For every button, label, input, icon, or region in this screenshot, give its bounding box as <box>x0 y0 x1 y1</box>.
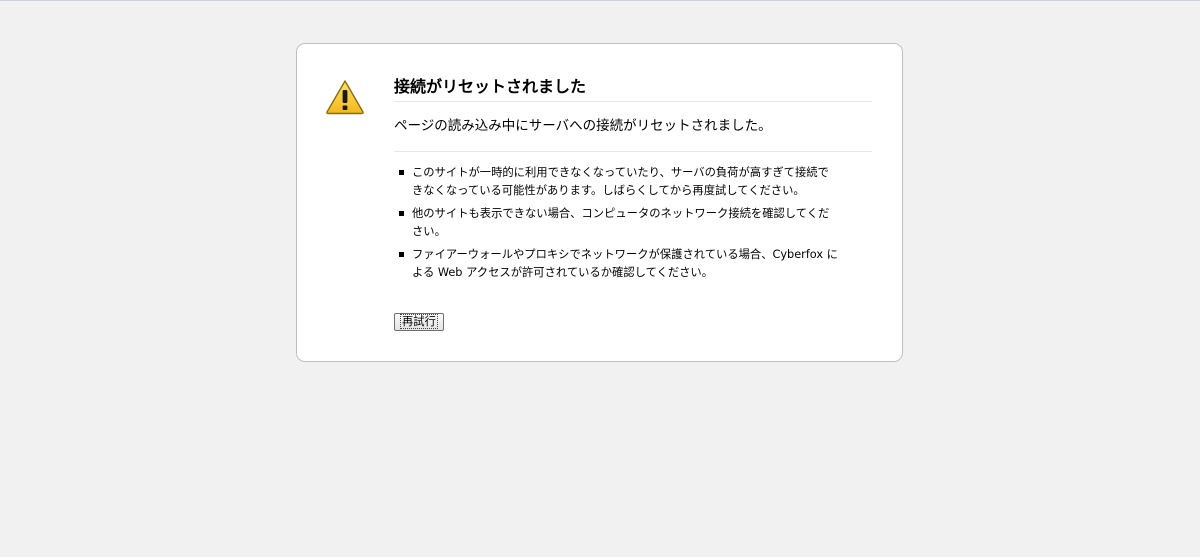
error-short-description: ページの読み込み中にサーバへの接続がリセットされました。 <box>394 118 772 134</box>
error-page-container: 接続がリセットされました ページの読み込み中にサーバへの接続がリセットされました… <box>296 43 903 362</box>
bullet-icon <box>399 252 404 257</box>
list-item-text: このサイトが一時的に利用できなくなっていたり、サーバの負荷が高すぎて接続できなく… <box>412 166 829 197</box>
description-divider <box>394 151 872 152</box>
try-again-button[interactable]: 再試行 <box>394 313 444 331</box>
bullet-icon <box>399 211 404 216</box>
try-again-label: 再試行 <box>400 314 438 329</box>
bullet-icon <box>399 170 404 175</box>
list-item: 他のサイトも表示できない場合、コンピュータのネットワーク接続を確認してください。 <box>394 205 839 241</box>
list-item: ファイアーウォールやプロキシでネットワークが保護されている場合、Cyberfox… <box>394 246 839 282</box>
error-title: 接続がリセットされました <box>394 77 587 96</box>
warning-icon <box>326 80 364 115</box>
top-border <box>0 0 1200 1</box>
error-title-container: 接続がリセットされました <box>394 76 872 102</box>
list-item: このサイトが一時的に利用できなくなっていたり、サーバの負荷が高すぎて接続できなく… <box>394 164 839 200</box>
error-long-description: このサイトが一時的に利用できなくなっていたり、サーバの負荷が高すぎて接続できなく… <box>394 164 839 287</box>
list-item-text: 他のサイトも表示できない場合、コンピュータのネットワーク接続を確認してください。 <box>412 207 830 238</box>
list-item-text: ファイアーウォールやプロキシでネットワークが保護されている場合、Cyberfox… <box>412 248 838 279</box>
